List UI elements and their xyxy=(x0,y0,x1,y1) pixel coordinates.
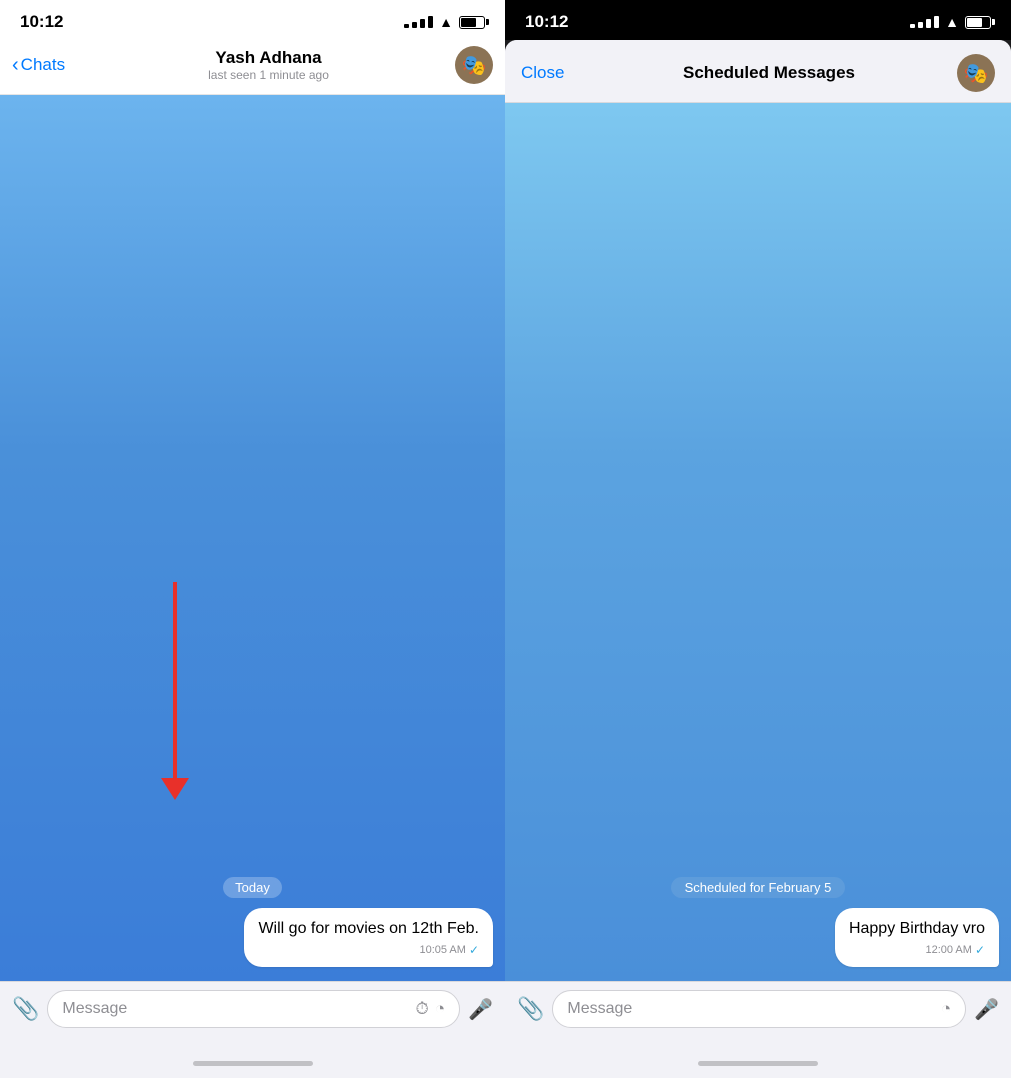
signal-bar-2 xyxy=(412,22,417,28)
right-signal-bar-4 xyxy=(934,16,939,28)
right-status-time: 10:12 xyxy=(525,12,568,32)
right-signal-bar-2 xyxy=(918,22,923,28)
right-status-icons: ▲ xyxy=(910,14,991,30)
right-home-indicator xyxy=(505,1048,1011,1078)
left-chat-area: Today Will go for movies on 12th Feb. 10… xyxy=(0,95,505,981)
avatar[interactable]: 🎭 xyxy=(455,46,493,84)
right-phone: 10:12 ▲ Close Scheduled Messages 🎭 xyxy=(505,0,1011,1078)
nav-center: Yash Adhana last seen 1 minute ago xyxy=(82,48,455,82)
right-battery-icon xyxy=(965,16,991,29)
right-message-check-icon: ✓ xyxy=(975,943,985,957)
left-phone: 10:12 ▲ ‹ Chats Yash Adhana last seen 1 … xyxy=(0,0,505,1078)
message-meta: 10:05 AM ✓ xyxy=(258,943,479,957)
left-nav-bar: ‹ Chats Yash Adhana last seen 1 minute a… xyxy=(0,40,505,95)
message-bubble: Will go for movies on 12th Feb. 10:05 AM… xyxy=(244,908,493,967)
date-badge: Today xyxy=(223,877,282,898)
red-arrow-annotation xyxy=(173,582,177,782)
scheduled-label: Scheduled for February 5 xyxy=(671,877,846,898)
red-arrow-line xyxy=(173,582,177,782)
right-moon-icon[interactable]: ◔ xyxy=(941,999,951,1019)
signal-bar-3 xyxy=(420,19,425,28)
right-message-row: Happy Birthday vro 12:00 AM ✓ xyxy=(517,908,999,967)
input-field-wrap[interactable]: Message ⏱ ◔ xyxy=(47,990,460,1028)
left-status-bar: 10:12 ▲ xyxy=(0,0,505,40)
schedule-icon[interactable]: ⏱ xyxy=(416,999,429,1019)
moon-icon[interactable]: ◔ xyxy=(435,999,445,1019)
right-input-placeholder[interactable]: Message xyxy=(567,1000,934,1018)
right-attach-icon[interactable]: 📎 xyxy=(517,996,544,1022)
right-wifi-icon: ▲ xyxy=(945,14,959,30)
signal-dots-icon xyxy=(404,16,433,28)
avatar-emoji: 🎭 xyxy=(462,53,487,78)
battery-fill xyxy=(461,18,476,27)
input-placeholder[interactable]: Message xyxy=(62,1000,409,1018)
right-home-bar xyxy=(698,1061,818,1066)
date-label-row: Today xyxy=(12,877,493,898)
left-input-bar: 📎 Message ⏱ ◔ 🎤 xyxy=(0,981,505,1048)
chevron-left-icon: ‹ xyxy=(12,54,19,77)
close-button[interactable]: Close xyxy=(521,63,581,83)
right-mic-icon[interactable]: 🎤 xyxy=(974,997,999,1022)
right-message-time: 12:00 AM xyxy=(925,944,971,956)
right-input-bar: 📎 Message ◔ 🎤 xyxy=(505,981,1011,1048)
right-message-text: Happy Birthday vro xyxy=(849,920,985,937)
left-home-indicator xyxy=(0,1048,505,1078)
back-button[interactable]: ‹ Chats xyxy=(12,54,82,77)
right-message-bubble: Happy Birthday vro 12:00 AM ✓ xyxy=(835,908,999,967)
message-row: Will go for movies on 12th Feb. 10:05 AM… xyxy=(12,908,493,967)
modal-avatar[interactable]: 🎭 xyxy=(957,54,995,92)
right-signal-bar-1 xyxy=(910,24,915,28)
message-time: 10:05 AM xyxy=(419,944,465,956)
attach-icon[interactable]: 📎 xyxy=(12,996,39,1022)
message-text: Will go for movies on 12th Feb. xyxy=(258,920,479,937)
contact-status: last seen 1 minute ago xyxy=(208,68,329,82)
battery-icon xyxy=(459,16,485,29)
left-status-time: 10:12 xyxy=(20,12,63,32)
right-signal-dots-icon xyxy=(910,16,939,28)
right-battery-fill xyxy=(967,18,982,27)
right-chat-area: Scheduled for February 5 Happy Birthday … xyxy=(505,103,1011,981)
right-status-bar: 10:12 ▲ xyxy=(505,0,1011,40)
signal-bar-4 xyxy=(428,16,433,28)
modal-avatar-emoji: 🎭 xyxy=(964,61,989,86)
left-status-icons: ▲ xyxy=(404,14,485,30)
right-signal-bar-3 xyxy=(926,19,931,28)
home-bar xyxy=(193,1061,313,1066)
wifi-icon: ▲ xyxy=(439,14,453,30)
contact-name: Yash Adhana xyxy=(215,48,321,68)
mic-icon[interactable]: 🎤 xyxy=(468,997,493,1022)
modal-title: Scheduled Messages xyxy=(581,63,957,83)
back-label[interactable]: Chats xyxy=(21,55,65,75)
modal-nav: Close Scheduled Messages 🎭 xyxy=(505,40,1011,103)
signal-bar-1 xyxy=(404,24,409,28)
right-input-field-wrap[interactable]: Message ◔ xyxy=(552,990,966,1028)
message-check-icon: ✓ xyxy=(469,943,479,957)
scheduled-badge-row: Scheduled for February 5 xyxy=(517,877,999,898)
right-message-meta: 12:00 AM ✓ xyxy=(849,943,985,957)
modal-sheet: Close Scheduled Messages 🎭 Scheduled for… xyxy=(505,40,1011,1078)
